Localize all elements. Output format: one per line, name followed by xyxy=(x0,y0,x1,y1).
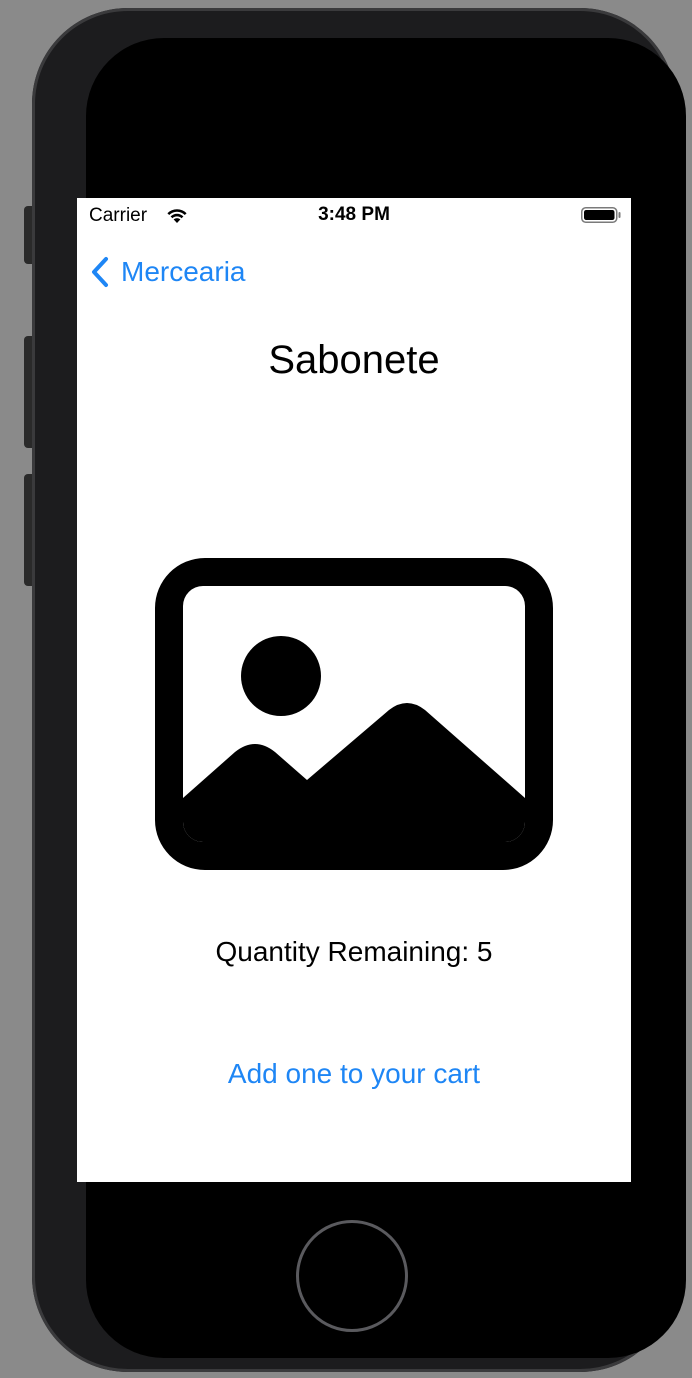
back-button[interactable]: Mercearia xyxy=(91,252,245,292)
chevron-left-icon xyxy=(92,257,108,287)
product-title: Sabonete xyxy=(268,338,440,382)
battery-full-icon xyxy=(581,207,621,223)
home-button[interactable] xyxy=(296,1220,408,1332)
status-bar: Carrier 3:48 PM xyxy=(77,198,631,234)
status-time: 3:48 PM xyxy=(318,204,390,225)
add-to-cart-button[interactable]: Add one to your cart xyxy=(77,1058,631,1090)
navigation-bar: Mercearia xyxy=(77,242,631,298)
back-button-label: Mercearia xyxy=(121,256,246,287)
photo-placeholder-icon xyxy=(155,558,553,870)
device-screen: Carrier 3:48 PM Mercearia Sabonete Quant… xyxy=(77,198,631,1182)
quantity-remaining-label: Quantity Remaining: 5 xyxy=(215,936,493,967)
simulator-stage: Carrier 3:48 PM Mercearia Sabonete Quant… xyxy=(0,0,692,1378)
